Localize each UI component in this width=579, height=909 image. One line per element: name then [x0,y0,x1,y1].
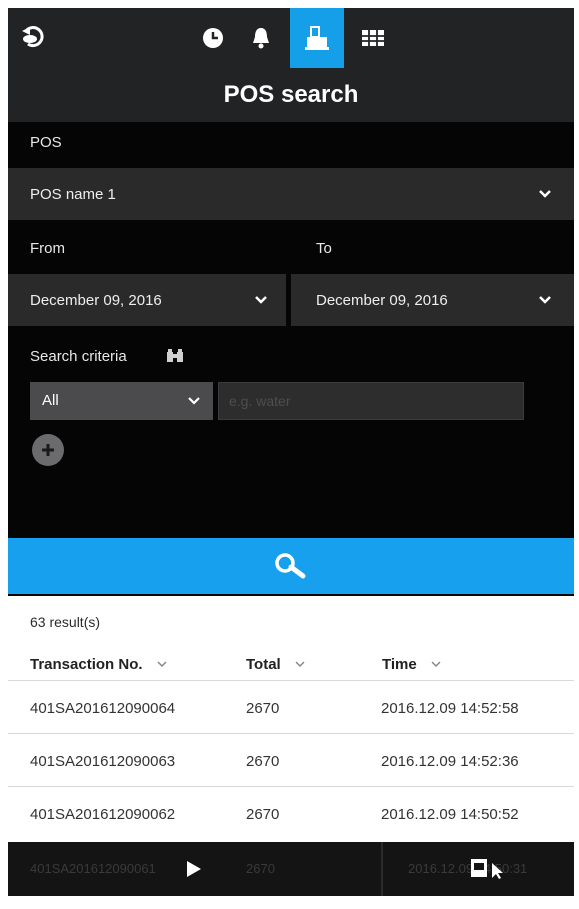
tab-history[interactable] [186,8,240,68]
cell-time: 2016.12.09 14:50:31 [408,861,528,876]
grid-icon [362,30,384,46]
cell-total: 2670 [246,861,275,876]
pos-register-icon [305,26,329,50]
pos-search-panel: POS search POS POS name 1 From To Decemb… [8,8,574,596]
search-icon [275,553,306,579]
from-date-select[interactable]: December 09, 2016 [8,274,286,326]
criteria-keyword-input[interactable] [218,382,524,420]
divider [8,786,574,787]
pos-label: POS [30,134,62,151]
cell-time: 2016.12.09 14:52:36 [381,753,519,770]
results-count: 63 result(s) [30,614,101,630]
plus-icon [42,444,54,456]
from-date-value: December 09, 2016 [30,292,162,309]
to-date-value: December 09, 2016 [316,292,448,309]
criteria-type-select[interactable]: All [30,382,213,420]
to-label: To [316,240,332,257]
clock-icon [203,28,223,48]
back-icon[interactable] [20,22,50,50]
bell-icon [253,28,269,49]
top-toolbar [8,8,574,68]
binoculars-icon[interactable] [166,349,184,363]
playback-bar: 401SA201612090061 2670 2016.12.09 14:50:… [8,842,574,896]
tab-alerts[interactable] [234,8,288,68]
chevron-down-icon [539,296,551,304]
divider [381,842,383,896]
chevron-down-icon [188,397,200,405]
column-header-transaction[interactable]: Transaction No. [30,656,167,673]
to-date-select[interactable]: December 09, 2016 [291,274,574,326]
pos-select-value: POS name 1 [30,186,116,203]
cell-transaction: 401SA201612090062 [30,806,176,823]
column-header-label: Total [246,656,281,673]
divider [8,680,574,681]
chevron-down-icon [295,661,305,668]
page-title: POS search [223,81,359,108]
add-criteria-button[interactable] [32,434,64,466]
chevron-down-icon [431,661,441,668]
column-header-label: Transaction No. [30,656,143,673]
from-label: From [30,240,65,257]
results-panel: 63 result(s) Transaction No. Total Time … [8,596,574,846]
column-header-label: Time [382,656,417,673]
search-button[interactable] [8,538,574,594]
cell-transaction: 401SA201612090064 [30,700,176,717]
cell-time: 2016.12.09 14:52:58 [381,700,519,717]
title-bar: POS search [8,68,574,122]
cell-transaction: 401SA201612090063 [30,753,176,770]
chevron-down-icon [157,661,167,668]
tab-pos[interactable] [290,8,344,68]
cell-total: 2670 [246,753,280,770]
chevron-down-icon [539,190,551,198]
tab-layout[interactable] [346,8,400,68]
criteria-type-value: All [42,392,59,409]
chevron-down-icon [255,296,267,304]
divider [8,733,574,734]
cell-time: 2016.12.09 14:50:52 [381,806,519,823]
cell-total: 2670 [246,806,280,823]
cell-transaction: 401SA201612090061 [30,861,156,876]
pos-select[interactable]: POS name 1 [8,168,574,220]
cell-total: 2670 [246,700,280,717]
search-criteria-label: Search criteria [30,348,127,365]
snapshot-icon[interactable] [470,858,506,880]
column-header-total[interactable]: Total [246,656,305,673]
column-header-time[interactable]: Time [382,656,441,673]
play-icon[interactable] [186,860,202,878]
